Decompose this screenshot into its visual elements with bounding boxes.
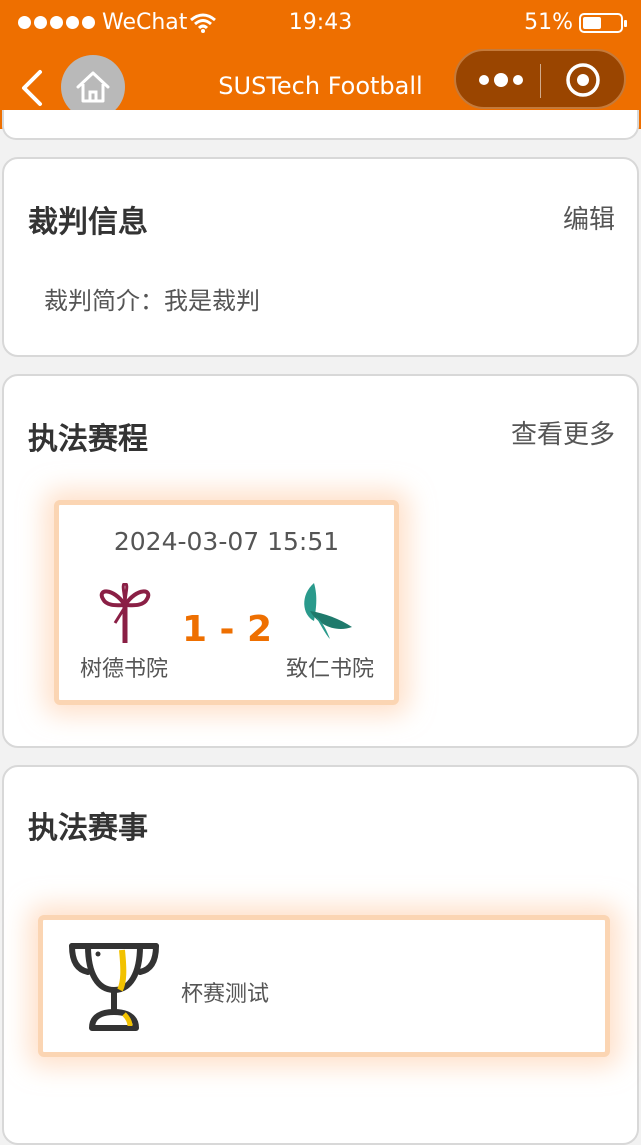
event-name: 杯赛测试: [181, 982, 270, 1007]
events-card: 执法赛事 杯赛测试: [2, 765, 639, 1145]
zhiren-college-logo: [304, 583, 352, 639]
match-card[interactable]: 2024-03-07 15:51 1 - 2 树德书院 致仁书院: [54, 500, 399, 705]
mini-program-capsule: [454, 49, 626, 109]
events-title: 执法赛事: [28, 811, 148, 846]
battery-icon: [579, 12, 627, 33]
previous-card-bottom: [2, 110, 639, 140]
trophy-icon: [69, 943, 159, 1031]
view-more-button[interactable]: 查看更多: [511, 414, 615, 451]
referee-intro: 裁判简介：我是裁判: [44, 287, 260, 315]
referee-info-title: 裁判信息: [28, 205, 148, 240]
close-target-icon[interactable]: [564, 61, 602, 99]
battery-percent: 51%: [524, 10, 573, 35]
status-bar: WeChat 19:43 51%: [0, 0, 641, 48]
battery-indicator: 51%: [524, 10, 627, 35]
more-dots-icon[interactable]: [476, 69, 526, 91]
battery-fill: [583, 16, 601, 29]
home-team-name: 树德书院: [79, 657, 168, 682]
schedule-title: 执法赛程: [28, 422, 148, 457]
match-score: 1 - 2: [181, 609, 273, 650]
away-team-name: 致仁书院: [285, 657, 374, 682]
event-card[interactable]: 杯赛测试: [38, 915, 610, 1057]
shude-college-logo: [99, 583, 151, 643]
schedule-card: 执法赛程 查看更多 2024-03-07 15:51 1 - 2 树德书院 致仁…: [2, 374, 639, 748]
edit-button[interactable]: 编辑: [563, 199, 615, 236]
match-datetime: 2024-03-07 15:51: [113, 527, 340, 556]
referee-info-card: 裁判信息 编辑 裁判简介：我是裁判: [2, 157, 639, 357]
capsule-divider: [540, 64, 541, 98]
